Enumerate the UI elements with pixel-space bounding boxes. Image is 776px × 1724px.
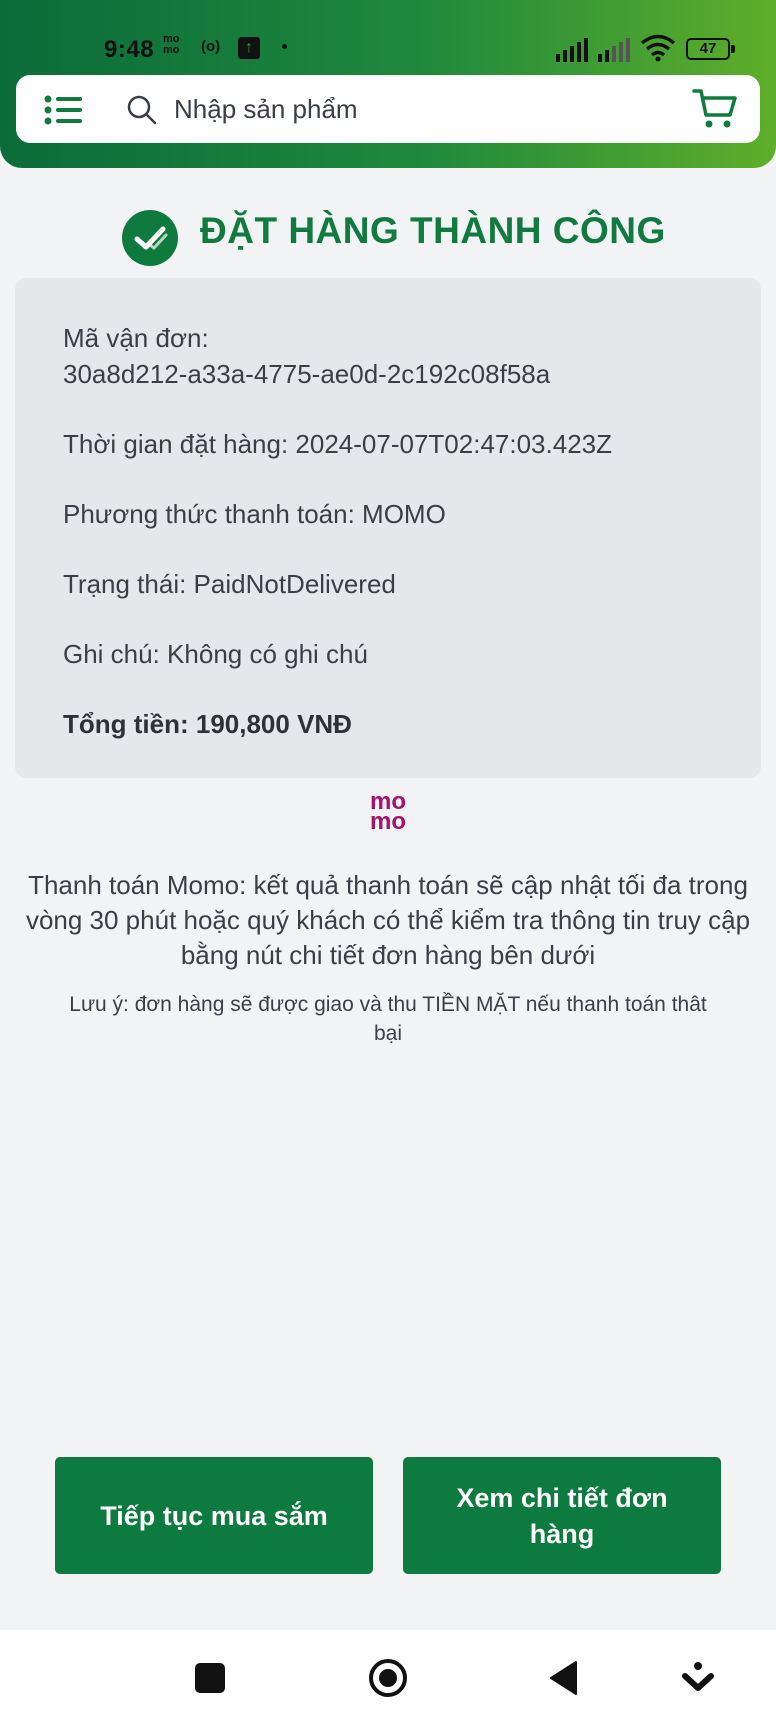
status-momo-icon: mo mo bbox=[163, 34, 180, 56]
status-momo-bottom: mo bbox=[163, 44, 180, 56]
wifi-icon bbox=[640, 34, 676, 62]
status-radio-icon: (o) bbox=[201, 38, 221, 55]
continue-shopping-button[interactable]: Tiếp tục mua sắm bbox=[55, 1457, 373, 1574]
check-circle-icon bbox=[122, 210, 178, 266]
battery-icon: 47 bbox=[686, 38, 735, 60]
status-time: 9:48 bbox=[104, 36, 155, 63]
cod-note: Lưu ý: đơn hàng sẽ được giao và thu TIỀN… bbox=[69, 993, 707, 1045]
view-order-detail-button[interactable]: Xem chi tiết đơn hàng bbox=[403, 1457, 721, 1574]
order-note: Ghi chú: Không có ghi chú bbox=[63, 639, 368, 669]
tracking-value: 30a8d212-a33a-4775-ae0d-2c192c08f58a bbox=[63, 359, 551, 389]
nav-home-icon[interactable] bbox=[368, 1658, 408, 1698]
search-bar bbox=[16, 75, 760, 143]
signal-icon bbox=[556, 38, 592, 62]
order-status: Trạng thái: PaidNotDelivered bbox=[63, 569, 396, 599]
momo-payment-note: Thanh toán Momo: kết quả thanh toán sẽ c… bbox=[25, 870, 751, 970]
success-title: ĐẶT HÀNG THÀNH CÔNG bbox=[200, 210, 666, 251]
search-input[interactable] bbox=[174, 87, 654, 131]
order-time: Thời gian đặt hàng: 2024-07-07T02:47:03.… bbox=[63, 429, 612, 459]
nav-back-icon[interactable] bbox=[548, 1660, 578, 1696]
order-total: Tổng tiền: 190,800 VNĐ bbox=[63, 709, 352, 739]
status-bar: 9:48 mo mo (o) ↑ 47 bbox=[0, 30, 776, 70]
menu-icon[interactable] bbox=[44, 95, 84, 125]
upload-icon: ↑ bbox=[238, 37, 260, 59]
success-banner: ĐẶT HÀNG THÀNH CÔNG bbox=[0, 206, 776, 266]
nav-down-icon[interactable] bbox=[682, 1660, 714, 1696]
momo-logo: mo mo bbox=[364, 790, 412, 840]
order-success-page: 9:48 mo mo (o) ↑ 47 Nhập sản phẩm ĐẶT HÀ… bbox=[0, 0, 776, 1724]
cart-icon[interactable] bbox=[692, 87, 738, 131]
header: 9:48 mo mo (o) ↑ 47 Nhập sản phẩm bbox=[0, 0, 776, 168]
momo-logo-bottom: mo bbox=[370, 808, 406, 835]
order-info-card: Mã vận đơn: 30a8d212-a33a-4775-ae0d-2c19… bbox=[15, 278, 761, 778]
nav-recents-icon[interactable] bbox=[195, 1663, 225, 1693]
system-nav-bar bbox=[0, 1630, 776, 1724]
payment-method: Phương thức thanh toán: MOMO bbox=[63, 499, 446, 529]
signal-icon-secondary bbox=[598, 38, 634, 62]
status-dot-icon bbox=[282, 44, 287, 49]
search-icon bbox=[127, 95, 157, 125]
tracking-label: Mã vận đơn: bbox=[63, 323, 209, 353]
